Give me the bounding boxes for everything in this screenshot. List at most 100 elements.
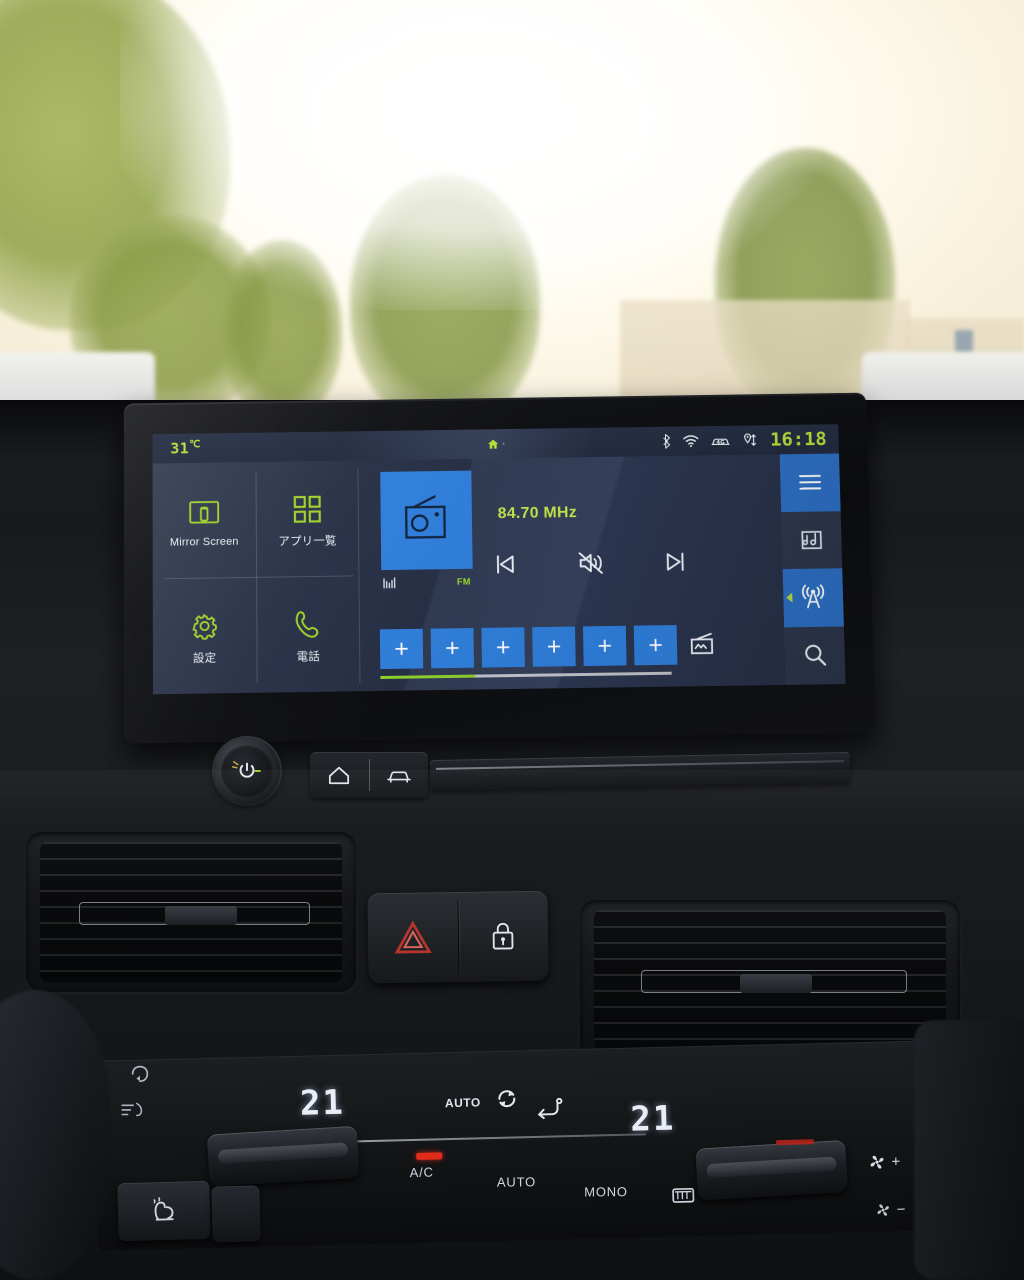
radio-frequency: 84.70 MHz	[497, 504, 578, 523]
preset-button[interactable]: +	[532, 626, 576, 667]
phone-handset-icon	[294, 607, 322, 641]
slider-led	[775, 1139, 815, 1146]
preset-button[interactable]: +	[633, 625, 678, 666]
status-bar-highlight	[344, 427, 592, 461]
air-recirculation-icon	[131, 1065, 149, 1083]
preset-button[interactable]: +	[430, 628, 475, 669]
tile-app-list[interactable]: アプリ一覧	[255, 461, 359, 577]
tile-label: アプリ一覧	[278, 535, 337, 548]
apps-grid-icon	[293, 492, 321, 526]
gear-icon	[190, 609, 220, 643]
search-icon	[802, 643, 828, 668]
radio-source-artwork[interactable]	[380, 470, 473, 571]
tile-label: 電話	[296, 651, 321, 664]
dash-highlight	[0, 770, 1024, 840]
rail-search-button[interactable]	[784, 626, 845, 685]
location-arrows-icon	[741, 432, 757, 448]
auto-button[interactable]: AUTO	[497, 1174, 536, 1189]
tile-mirror-screen[interactable]: Mirror Screen	[153, 462, 257, 578]
rail-menu-button[interactable]	[779, 453, 841, 512]
tile-phone[interactable]: 電話	[256, 575, 360, 692]
radio-presets-list-icon	[689, 632, 715, 656]
bluetooth-icon	[659, 433, 671, 449]
outside-temperature: 31℃	[170, 439, 201, 457]
active-indicator-arrow	[786, 592, 793, 603]
recirculate-icon	[493, 1084, 522, 1118]
steering-wheel	[0, 990, 110, 1280]
tile-settings[interactable]: 設定	[153, 577, 257, 694]
home-icon	[488, 439, 499, 449]
mirror-screen-icon	[188, 496, 220, 530]
wifi-icon	[682, 434, 699, 448]
air-external-icon	[121, 1102, 143, 1117]
air-vent-left[interactable]	[26, 832, 356, 992]
seat-heater-button[interactable]	[117, 1180, 211, 1242]
airflow-seat-icon	[535, 1095, 566, 1127]
tile-label: Mirror Screen	[169, 535, 239, 549]
rear-defrost-icon	[672, 1187, 695, 1203]
signal-bars-icon	[381, 576, 397, 591]
auto-indicator: AUTO	[444, 1095, 481, 1111]
fan-icon	[877, 1204, 889, 1216]
temperature-right-display: 21	[629, 1098, 676, 1140]
vent-direction-slider[interactable]	[739, 973, 812, 993]
skip-previous-icon[interactable]	[493, 552, 517, 576]
temperature-slider-left[interactable]	[206, 1125, 360, 1187]
building	[955, 330, 973, 354]
fan-down-label: −	[896, 1200, 907, 1219]
air-recirculation-button[interactable]	[128, 1062, 152, 1089]
door-lock-button[interactable]	[458, 891, 549, 982]
infotainment-screen[interactable]: 31℃ 4G 16:18 Mirror Screen アプリ一覧 設定 電話 8…	[152, 424, 846, 695]
rail-radio-button[interactable]	[782, 568, 844, 627]
network-label: 4G	[716, 440, 725, 446]
transport-controls	[493, 550, 687, 576]
volume-mute-icon[interactable]	[577, 551, 603, 575]
preset-scrollbar[interactable]	[380, 671, 672, 679]
power-volume-knob[interactable]	[214, 738, 280, 804]
temperature-left-display: 21	[299, 1082, 346, 1124]
console-side-panel	[914, 1020, 1024, 1280]
skip-next-icon[interactable]	[663, 550, 687, 574]
tile-label: 設定	[193, 652, 217, 665]
temperature-slider-right[interactable]	[695, 1139, 849, 1201]
clock: 16:18	[769, 428, 828, 451]
air-vent-right[interactable]	[580, 900, 960, 1060]
preset-list-button[interactable]	[689, 632, 715, 656]
door-lock-icon	[492, 922, 514, 950]
fan-increase-button[interactable]: +	[868, 1153, 901, 1171]
fan-icon	[870, 1155, 884, 1169]
screen-body: Mirror Screen アプリ一覧 設定 電話 84.70 MHz FM +…	[152, 453, 846, 695]
rail-media-button[interactable]	[781, 511, 842, 569]
infotainment-head-unit: 31℃ 4G 16:18 Mirror Screen アプリ一覧 設定 電話 8…	[123, 392, 876, 744]
preset-button[interactable]: +	[582, 625, 627, 667]
preset-button[interactable]: +	[379, 628, 424, 670]
ac-button[interactable]: A/C	[409, 1165, 433, 1181]
radio-icon	[398, 494, 454, 546]
fan-decrease-button[interactable]: −	[875, 1200, 907, 1219]
rear-defrost-button[interactable]	[670, 1184, 697, 1212]
vent-direction-slider[interactable]	[164, 905, 237, 925]
power-volume-knob-icon	[214, 738, 280, 804]
seat-heater-button-secondary[interactable]	[211, 1185, 261, 1243]
ac-indicator-led	[416, 1152, 443, 1160]
radio-tower-icon	[799, 584, 828, 610]
windshield-view	[0, 0, 1024, 430]
preset-button[interactable]: +	[481, 627, 525, 668]
seat-heater-icon	[153, 1197, 174, 1221]
status-dot	[502, 442, 505, 445]
scrollbar-thumb[interactable]	[380, 674, 476, 679]
signal-strength	[381, 574, 495, 590]
car-dashboard-photo: 31℃ 4G 16:18 Mirror Screen アプリ一覧 設定 電話 8…	[0, 0, 1024, 1280]
air-external-button[interactable]	[120, 1098, 150, 1125]
hazard-triangle-icon	[394, 920, 432, 954]
mono-button[interactable]: MONO	[584, 1184, 628, 1199]
temperature-unit: ℃	[189, 439, 201, 451]
quick-tiles: Mirror Screen アプリ一覧 設定 電話	[153, 461, 361, 695]
fan-up-label: +	[891, 1153, 902, 1171]
side-rail	[779, 453, 846, 685]
home-indicator[interactable]	[487, 437, 505, 450]
band-badge: FM	[456, 576, 471, 587]
status-icons: 4G 16:18	[659, 428, 827, 452]
hazard-button[interactable]	[367, 892, 458, 983]
4g-car-icon: 4G	[710, 434, 731, 446]
